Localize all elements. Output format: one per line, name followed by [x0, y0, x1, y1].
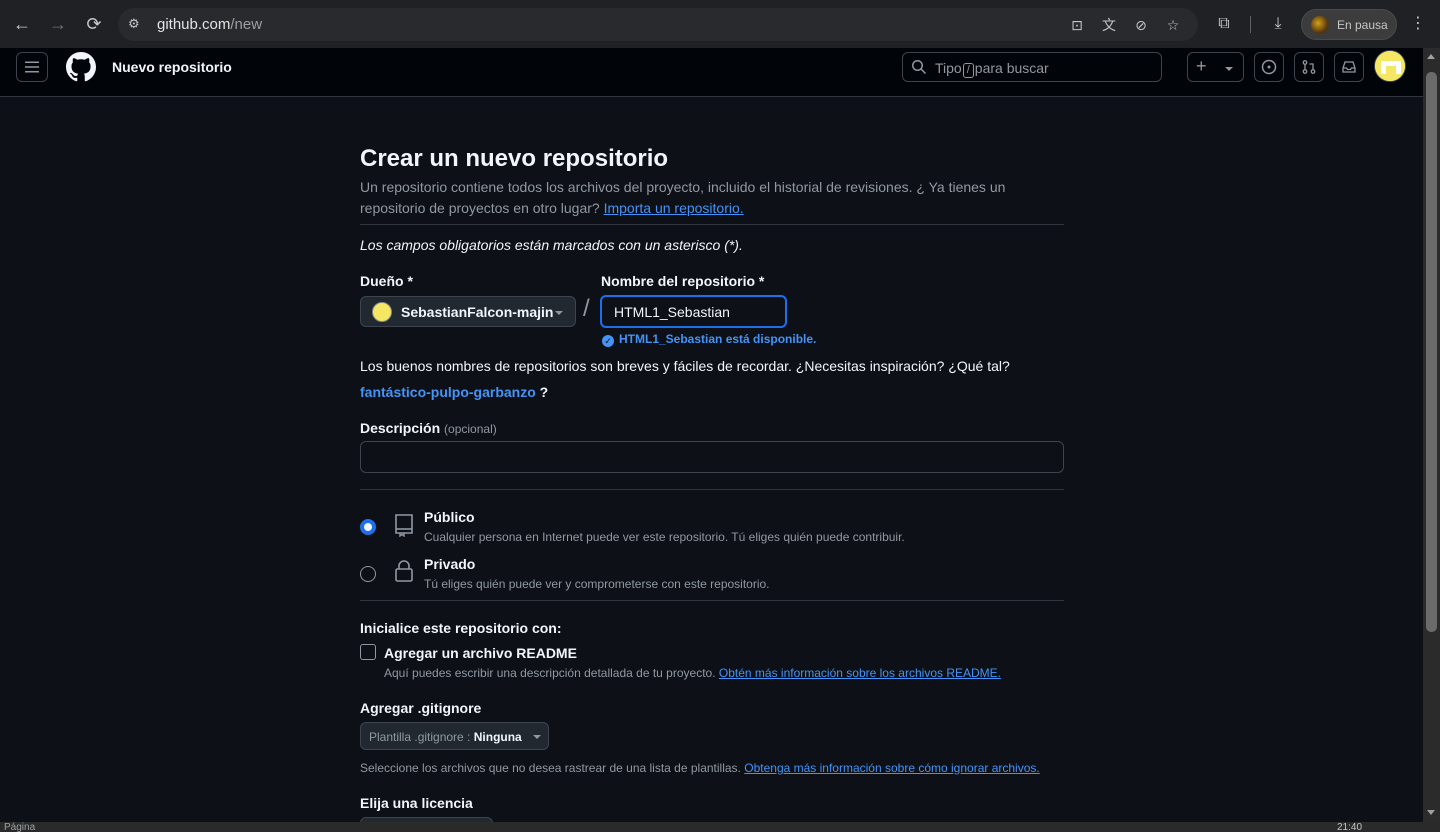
search-input[interactable]: Tipo / para buscar — [902, 52, 1162, 82]
divider — [360, 600, 1064, 601]
readme-description: Aquí puedes escribir una descripción det… — [384, 666, 1001, 680]
extensions-icon[interactable]: ⧉ — [1214, 14, 1234, 34]
gitignore-label: Agregar .gitignore — [360, 700, 482, 716]
download-icon[interactable]: ⤓ — [1268, 14, 1288, 34]
owner-select[interactable]: SebastianFalcon-majin — [360, 296, 576, 327]
issue-opened-icon — [1261, 59, 1277, 75]
hamburger-icon — [25, 61, 39, 73]
url-text[interactable]: github.com/new — [157, 16, 262, 33]
github-header: Nuevo repositorio Tipo / para buscar + — [0, 48, 1423, 97]
profile-button[interactable]: En pausa — [1301, 9, 1397, 40]
issues-button[interactable] — [1254, 52, 1284, 82]
owner-avatar — [372, 302, 392, 322]
lock-icon — [395, 560, 413, 582]
forward-icon[interactable]: → — [46, 12, 70, 36]
profile-status: En pausa — [1337, 18, 1388, 32]
availability-message: ✓ HTML1_Sebastian está disponible. — [602, 332, 816, 347]
status-text: Página — [4, 822, 36, 832]
public-description: Cualquier persona en Internet puede ver … — [424, 530, 905, 544]
inbox-button[interactable] — [1334, 52, 1364, 82]
import-repo-link[interactable]: Importa un repositorio. — [604, 200, 744, 216]
identicon-icon — [1375, 51, 1405, 81]
private-description: Tú eliges quién puede ver y comprometers… — [424, 577, 770, 591]
owner-name: SebastianFalcon-majin — [401, 304, 554, 320]
clock: 21:40 — [1337, 822, 1363, 832]
pull-requests-button[interactable] — [1294, 52, 1324, 82]
page-scrollbar[interactable] — [1423, 48, 1440, 822]
bookmark-star-icon[interactable]: ☆ — [1164, 17, 1182, 33]
hamburger-menu-button[interactable] — [16, 52, 48, 82]
intro-text: Un repositorio contiene todos los archiv… — [360, 179, 1006, 216]
profile-avatar — [1311, 16, 1329, 34]
gitignore-description: Seleccione los archivos que no desea ras… — [360, 761, 1040, 775]
tracking-protection-icon[interactable]: ⊘ — [1132, 17, 1150, 33]
license-label: Elija una licencia — [360, 795, 473, 811]
github-logo-icon[interactable] — [66, 52, 96, 82]
gitignore-selected: Plantilla .gitignore : Ninguna — [369, 730, 522, 744]
site-info-icon[interactable]: ⚙ — [128, 16, 144, 32]
back-icon[interactable]: ← — [10, 12, 34, 36]
required-fields-note: Los campos obligatorios están marcados c… — [360, 237, 743, 253]
owner-label: Dueño * — [360, 273, 413, 289]
check-circle-icon: ✓ — [602, 335, 614, 347]
chevron-down-icon — [1225, 67, 1233, 71]
browser-toolbar: ← → ⟳ ⚙ github.com/new ⊡ 文 ⊘ ☆ ⧉ ⤓ En pa… — [0, 0, 1440, 48]
suggestion-link[interactable]: fantástico-pulpo-garbanzo — [360, 384, 536, 400]
address-bar[interactable]: ⚙ github.com/new ⊡ 文 ⊘ ☆ — [118, 8, 1198, 41]
public-radio[interactable] — [360, 519, 376, 535]
readme-info-link[interactable]: Obtén más información sobre los archivos… — [719, 666, 1001, 680]
owner-name-separator: / — [583, 295, 590, 322]
repo-name-input[interactable] — [600, 295, 787, 328]
description-input[interactable] — [360, 441, 1064, 473]
repo-name-label: Nombre del repositorio * — [601, 273, 765, 289]
divider — [360, 224, 1064, 225]
browser-menu-icon[interactable]: ⋮ — [1408, 14, 1428, 34]
create-new-button[interactable]: + — [1187, 52, 1244, 82]
form-heading: Crear un nuevo repositorio — [360, 145, 669, 172]
install-app-icon[interactable]: ⊡ — [1068, 17, 1086, 33]
readme-checkbox[interactable] — [360, 644, 376, 660]
toolbar-divider — [1250, 16, 1251, 33]
inbox-icon — [1342, 61, 1356, 73]
reload-icon[interactable]: ⟳ — [82, 12, 106, 36]
readme-label[interactable]: Agregar un archivo README — [384, 645, 577, 661]
page-title: Nuevo repositorio — [112, 59, 232, 75]
taskbar: Página 21:40 — [0, 822, 1440, 832]
translate-icon[interactable]: 文 — [1100, 17, 1118, 33]
public-title: Público — [424, 509, 475, 525]
private-title: Privado — [424, 556, 476, 572]
user-avatar[interactable] — [1374, 50, 1406, 82]
repo-icon — [395, 514, 413, 537]
chevron-down-icon — [533, 735, 541, 739]
scrollbar-thumb[interactable] — [1426, 72, 1437, 632]
init-label: Inicialice este repositorio con: — [360, 620, 562, 636]
chevron-down-icon — [555, 311, 563, 315]
name-suggestion: fantástico-pulpo-garbanzo ? — [360, 384, 549, 400]
gitignore-select[interactable]: Plantilla .gitignore : Ninguna — [360, 722, 549, 750]
search-icon — [912, 60, 927, 75]
search-placeholder: Tipo / para buscar — [935, 60, 1049, 78]
description-label: Descripción (opcional) — [360, 420, 497, 436]
scroll-down-icon[interactable] — [1427, 810, 1435, 815]
git-pull-request-icon — [1302, 60, 1316, 74]
divider — [360, 489, 1064, 490]
name-hint: Los buenos nombres de repositorios son b… — [360, 358, 1010, 374]
scroll-up-icon[interactable] — [1427, 54, 1435, 59]
plus-icon: + — [1196, 56, 1207, 76]
private-radio[interactable] — [360, 566, 376, 582]
gitignore-info-link[interactable]: Obtenga más información sobre cómo ignor… — [744, 761, 1039, 775]
